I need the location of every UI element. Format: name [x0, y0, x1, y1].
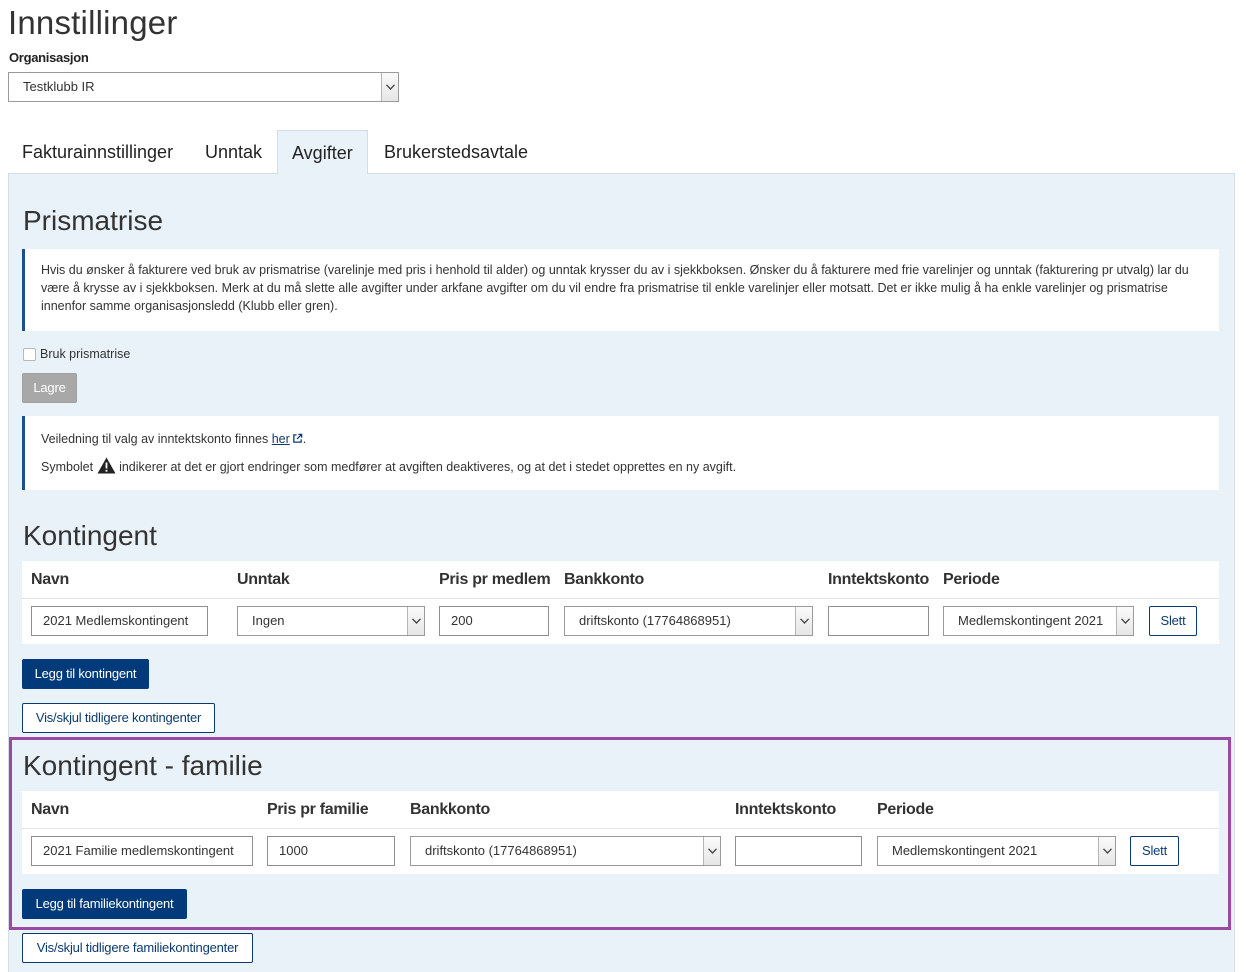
tab-avgifter[interactable]: Avgifter	[277, 130, 368, 174]
familie-title: Kontingent - familie	[23, 750, 263, 781]
column-header-pris: Pris pr medlem	[439, 571, 551, 588]
save-button[interactable]: Lagre	[22, 373, 77, 403]
chevron-down-icon	[381, 73, 398, 101]
familie-inntektskonto-input[interactable]	[735, 836, 862, 866]
kontingent-bankkonto-value: driftskonto (17764868951)	[579, 613, 731, 628]
familie-navn-input[interactable]: 2021 Familie medlemskontingent	[31, 836, 253, 866]
familie-delete-button[interactable]: Slett	[1130, 836, 1179, 866]
kontingent-unntak-value: Ingen	[252, 613, 285, 628]
column-header-unntak: Unntak	[237, 571, 290, 588]
kontingent-unntak-select[interactable]: Ingen	[237, 606, 425, 636]
guide-text-1-end: .	[302, 432, 307, 446]
column-header-bankkonto: Bankkonto	[410, 801, 490, 818]
familie-periode-select[interactable]: Medlemskontingent 2021	[877, 836, 1116, 866]
column-header-navn: Navn	[31, 801, 69, 818]
toggle-previous-kontingenter-button[interactable]: Vis/skjul tidligere kontingenter	[22, 703, 215, 733]
kontingent-inntektskonto-input[interactable]	[828, 606, 929, 636]
organization-select[interactable]: Testklubb IR	[8, 72, 399, 102]
guide-link[interactable]: her	[272, 432, 290, 446]
chevron-down-icon	[407, 607, 424, 635]
kontingent-bankkonto-select[interactable]: driftskonto (17764868951)	[564, 606, 813, 636]
guide-text-1: Veiledning til valg av inntektskonto fin…	[41, 432, 272, 446]
chevron-down-icon	[703, 837, 720, 865]
column-header-periode: Periode	[877, 801, 934, 818]
familie-pris-input[interactable]: 1000	[267, 836, 395, 866]
column-header-inntektskonto: Inntektskonto	[735, 801, 836, 818]
toggle-previous-familiekontingenter-button[interactable]: Vis/skjul tidligere familiekontingenter	[22, 933, 253, 963]
familie-table-header: Navn Pris pr familie Bankkonto Inntektsk…	[22, 791, 1219, 829]
tab-fakturainnstillinger[interactable]: Fakturainnstillinger	[8, 130, 187, 174]
external-link-icon	[292, 433, 303, 443]
kontingent-pris-input[interactable]: 200	[439, 606, 549, 636]
chevron-down-icon	[1116, 607, 1133, 635]
familie-bankkonto-select[interactable]: driftskonto (17764868951)	[410, 836, 721, 866]
prismatrise-info-text: Hvis du ønsker å fakturere ved bruk av p…	[41, 263, 1189, 313]
column-header-periode: Periode	[943, 571, 1000, 588]
tab-unntak[interactable]: Unntak	[191, 130, 276, 174]
kontingent-delete-button[interactable]: Slett	[1149, 606, 1197, 636]
familie-bankkonto-value: driftskonto (17764868951)	[425, 843, 577, 858]
organization-label: Organisasjon	[9, 50, 89, 65]
column-header-navn: Navn	[31, 571, 69, 588]
tab-brukerstedsavtale[interactable]: Brukerstedsavtale	[370, 130, 542, 174]
kontingent-table-header: Navn Unntak Pris pr medlem Bankkonto Inn…	[22, 561, 1219, 599]
chevron-down-icon	[795, 607, 812, 635]
prismatrise-checkbox-label: Bruk prismatrise	[40, 347, 131, 361]
prismatrise-title: Prismatrise	[23, 205, 164, 236]
prismatrise-info-box: Hvis du ønsker å fakturere ved bruk av p…	[22, 249, 1219, 331]
guide-text-2-end: indikerer at det er gjort endringer som …	[115, 460, 737, 474]
guide-text-2-start: Symbolet	[41, 460, 97, 474]
kontingent-periode-value: Medlemskontingent 2021	[958, 613, 1104, 628]
column-header-pris: Pris pr familie	[267, 801, 369, 818]
add-familiekontingent-button[interactable]: Legg til familiekontingent	[22, 889, 187, 919]
page-title: Innstillinger	[8, 4, 178, 41]
kontingent-title: Kontingent	[23, 520, 157, 551]
chevron-down-icon	[1098, 837, 1115, 865]
kontingent-navn-input[interactable]: 2021 Medlemskontingent	[31, 606, 208, 636]
column-header-bankkonto: Bankkonto	[564, 571, 644, 588]
warning-icon	[97, 457, 116, 474]
organization-select-value: Testklubb IR	[23, 79, 95, 94]
familie-periode-value: Medlemskontingent 2021	[892, 843, 1038, 858]
column-header-inntektskonto: Inntektskonto	[828, 571, 929, 588]
guide-info-box: Veiledning til valg av inntektskonto fin…	[22, 416, 1219, 490]
kontingent-periode-select[interactable]: Medlemskontingent 2021	[943, 606, 1134, 636]
add-kontingent-button[interactable]: Legg til kontingent	[22, 659, 149, 689]
prismatrise-checkbox[interactable]	[23, 348, 36, 361]
